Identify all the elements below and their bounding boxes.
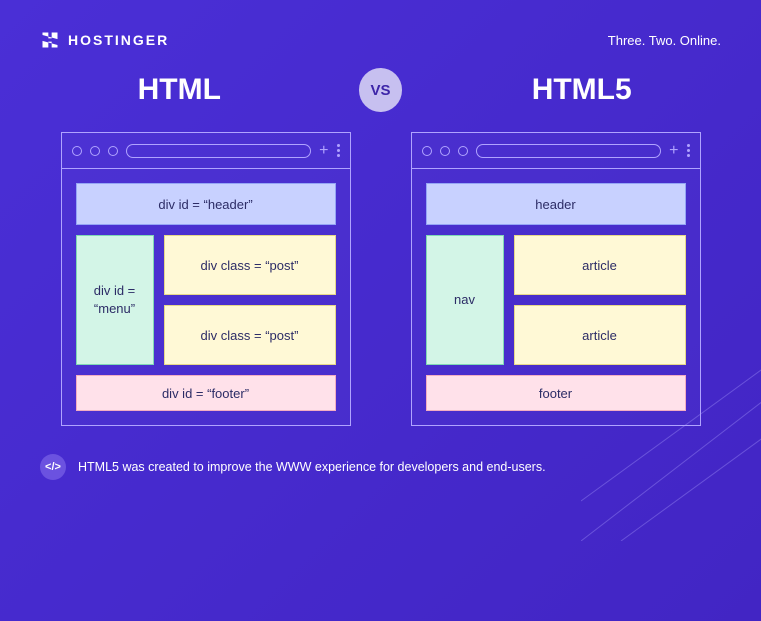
block-article: article — [514, 305, 686, 365]
window-dot-icon — [458, 146, 468, 156]
titles-row: HTML VS HTML5 — [40, 68, 721, 112]
block-nav: nav — [426, 235, 504, 365]
browser-chrome: + — [412, 133, 700, 169]
page-layout-html: div id = “header” div id = “menu” div cl… — [62, 169, 350, 425]
block-footer: div id = “footer” — [76, 375, 336, 411]
top-bar: HOSTINGER Three. Two. Online. — [40, 30, 721, 50]
window-dot-icon — [422, 146, 432, 156]
kebab-menu-icon — [337, 144, 340, 157]
footnote-text: HTML5 was created to improve the WWW exp… — [78, 460, 546, 474]
block-post: div class = “post” — [164, 305, 336, 365]
window-dot-icon — [90, 146, 100, 156]
window-dot-icon — [108, 146, 118, 156]
block-header: header — [426, 183, 686, 225]
block-menu: div id = “menu” — [76, 235, 154, 365]
window-dot-icon — [440, 146, 450, 156]
hostinger-mark-icon — [40, 30, 60, 50]
footnote: </> HTML5 was created to improve the WWW… — [40, 454, 721, 480]
block-article: article — [514, 235, 686, 295]
block-footer: footer — [426, 375, 686, 411]
window-dot-icon — [72, 146, 82, 156]
address-bar — [126, 144, 312, 158]
address-bar — [476, 144, 662, 158]
browser-html: + div id = “header” div id = “menu” div … — [61, 132, 351, 426]
title-right: HTML5 — [442, 73, 721, 107]
panels-row: + div id = “header” div id = “menu” div … — [40, 132, 721, 426]
plus-icon: + — [669, 142, 678, 160]
title-left: HTML — [40, 73, 319, 107]
brand-tagline: Three. Two. Online. — [608, 33, 721, 48]
brand-logo: HOSTINGER — [40, 30, 169, 50]
page-layout-html5: header nav article article footer — [412, 169, 700, 425]
plus-icon: + — [319, 142, 328, 160]
vs-badge: VS — [359, 68, 403, 112]
kebab-menu-icon — [687, 144, 690, 157]
block-post: div class = “post” — [164, 235, 336, 295]
block-header: div id = “header” — [76, 183, 336, 225]
brand-name: HOSTINGER — [68, 32, 169, 48]
browser-html5: + header nav article article footer — [411, 132, 701, 426]
browser-chrome: + — [62, 133, 350, 169]
code-icon: </> — [40, 454, 66, 480]
